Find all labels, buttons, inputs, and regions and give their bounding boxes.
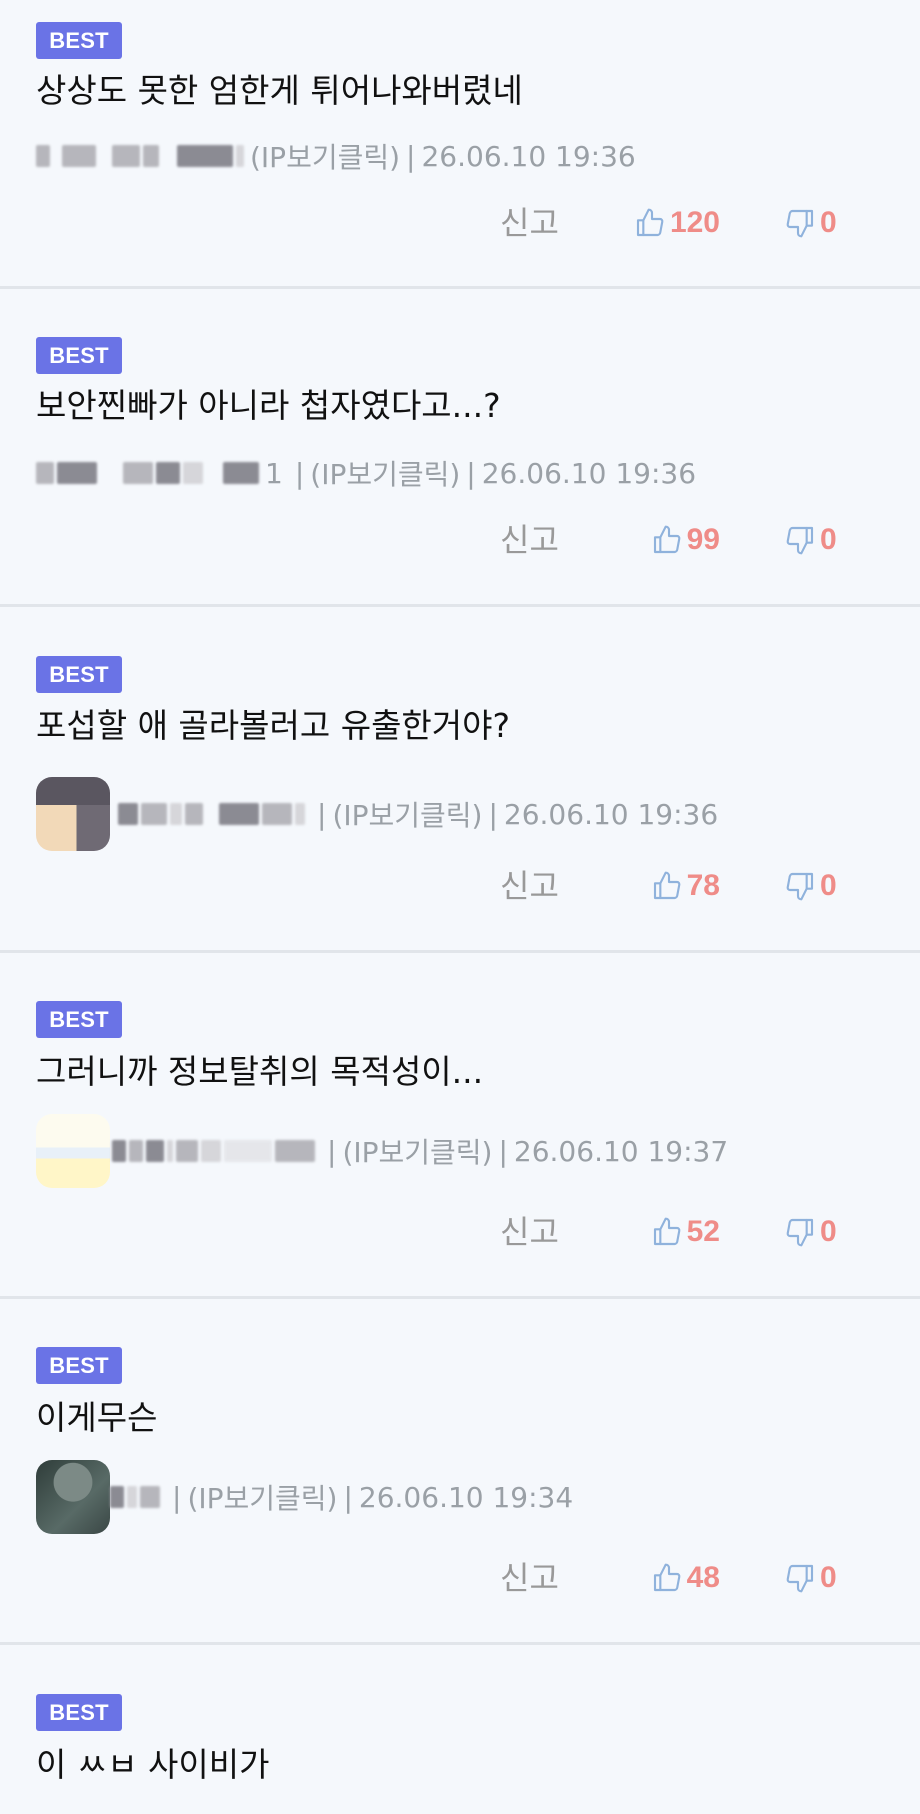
thumbs-down-icon (784, 524, 816, 556)
comment-text: 보안찐빠가 아니라 첩자였다고...? (36, 386, 501, 425)
avatar (36, 777, 110, 851)
comment-item: BEST 그러니까 정보탈취의 목적성이... | (IP보기클릭) | 26.… (0, 953, 920, 1299)
comment-actions: 신고 52 0 (0, 1207, 920, 1257)
meta-separator: | (172, 1480, 182, 1514)
like-count: 99 (686, 523, 720, 556)
dislike-button[interactable]: 0 (784, 861, 837, 911)
dislike-count: 0 (820, 206, 837, 239)
comment-actions: 신고 48 0 (0, 1553, 920, 1603)
comment-meta: | (IP보기클릭) | 26.06.10 19:36 (36, 769, 718, 859)
thumbs-down-icon (784, 207, 816, 239)
dislike-button[interactable]: 0 (784, 515, 837, 565)
comment-date: 26.06.10 19:34 (358, 1480, 574, 1514)
comment-date: 26.06.10 19:37 (513, 1134, 729, 1168)
ip-view-link[interactable]: (IP보기클릭) (310, 453, 460, 493)
report-button[interactable]: 신고 (500, 515, 559, 565)
meta-separator: | (294, 456, 305, 490)
comment-meta: | (IP보기클릭) | 26.06.10 19:37 (36, 1106, 728, 1196)
like-button[interactable]: 99 (651, 515, 720, 565)
meta-separator: | (406, 139, 416, 173)
comment-item: BEST 이게무슨 | (IP보기클릭) | 26.06.10 19:34 신고… (0, 1299, 920, 1645)
thumbs-up-icon (651, 524, 683, 556)
like-count: 52 (686, 1215, 720, 1248)
like-button[interactable]: 52 (651, 1207, 720, 1257)
thumbs-down-icon (784, 1216, 816, 1248)
ip-view-link[interactable]: (IP보기클릭) (342, 1131, 492, 1171)
like-count: 78 (686, 869, 720, 902)
comment-item: BEST 이 ㅆㅂ 사이비가 (0, 1645, 920, 1814)
comment-text: 그러니까 정보탈취의 목적성이... (36, 1052, 484, 1091)
dislike-count: 0 (820, 1215, 837, 1248)
like-count: 48 (686, 1561, 720, 1594)
nickname-blurred (36, 462, 259, 484)
meta-separator: | (498, 1134, 508, 1168)
comment-item: BEST 상상도 못한 엄한게 튀어나와버렸네 (IP보기클릭) | 26.06… (0, 0, 920, 289)
comment-date: 26.06.10 19:36 (421, 139, 636, 173)
comment-actions: 신고 78 0 (0, 861, 920, 911)
comment-item: BEST 포섭할 애 골라볼러고 유출한거야? | (IP보기클릭) | 26.… (0, 607, 920, 953)
nickname-blurred (118, 803, 305, 825)
avatar (36, 1114, 110, 1188)
best-badge: BEST (36, 656, 122, 693)
thumbs-up-icon (634, 207, 666, 239)
nickname-blurred (112, 1140, 315, 1162)
meta-separator: | (327, 1134, 337, 1168)
report-button[interactable]: 신고 (500, 1553, 559, 1603)
meta-separator: | (488, 797, 498, 831)
nickname-blurred (110, 1486, 160, 1508)
report-button[interactable]: 신고 (500, 861, 559, 911)
dislike-button[interactable]: 0 (784, 1207, 837, 1257)
comment-item: BEST 보안찐빠가 아니라 첩자였다고...? 1 | (IP보기클릭) | … (0, 289, 920, 607)
comment-meta: | (IP보기클릭) | 26.06.10 19:34 (36, 1452, 573, 1542)
report-button[interactable]: 신고 (500, 198, 559, 248)
comment-text: 상상도 못한 엄한게 튀어나와버렸네 (36, 71, 523, 110)
nickname-visible: 1 (265, 456, 283, 490)
thumbs-up-icon (651, 1216, 683, 1248)
best-badge: BEST (36, 1694, 122, 1731)
comment-text: 이 ㅆㅂ 사이비가 (36, 1745, 270, 1784)
like-button[interactable]: 78 (651, 861, 720, 911)
report-button[interactable]: 신고 (500, 1207, 559, 1257)
ip-view-link[interactable]: (IP보기클릭) (332, 794, 482, 834)
comment-meta: 1 | (IP보기클릭) | 26.06.10 19:36 (36, 438, 696, 508)
best-badge: BEST (36, 337, 122, 374)
avatar (36, 1460, 110, 1534)
comment-date: 26.06.10 19:36 (503, 797, 719, 831)
best-badge: BEST (36, 1001, 122, 1038)
like-button[interactable]: 48 (651, 1553, 720, 1603)
comment-meta: (IP보기클릭) | 26.06.10 19:36 (36, 121, 636, 191)
best-badge: BEST (36, 22, 122, 59)
meta-separator: | (466, 456, 476, 490)
thumbs-down-icon (784, 1562, 816, 1594)
best-badge: BEST (36, 1347, 122, 1384)
dislike-button[interactable]: 0 (784, 1553, 837, 1603)
nickname-blurred (36, 145, 244, 167)
comment-actions: 신고 99 0 (0, 515, 920, 565)
thumbs-down-icon (784, 870, 816, 902)
comment-actions: 신고 120 0 (0, 198, 920, 248)
like-button[interactable]: 120 (634, 198, 720, 248)
thumbs-up-icon (651, 1562, 683, 1594)
comment-text: 포섭할 애 골라볼러고 유출한거야? (36, 706, 511, 745)
meta-separator: | (317, 797, 327, 831)
comment-date: 26.06.10 19:36 (481, 456, 697, 490)
thumbs-up-icon (651, 870, 683, 902)
like-count: 120 (669, 206, 720, 239)
ip-view-link[interactable]: (IP보기클릭) (250, 136, 400, 176)
meta-separator: | (343, 1480, 353, 1514)
dislike-count: 0 (820, 1561, 837, 1594)
comment-text: 이게무슨 (36, 1398, 158, 1437)
ip-view-link[interactable]: (IP보기클릭) (187, 1477, 337, 1517)
dislike-count: 0 (820, 869, 837, 902)
dislike-button[interactable]: 0 (784, 198, 837, 248)
dislike-count: 0 (820, 523, 837, 556)
